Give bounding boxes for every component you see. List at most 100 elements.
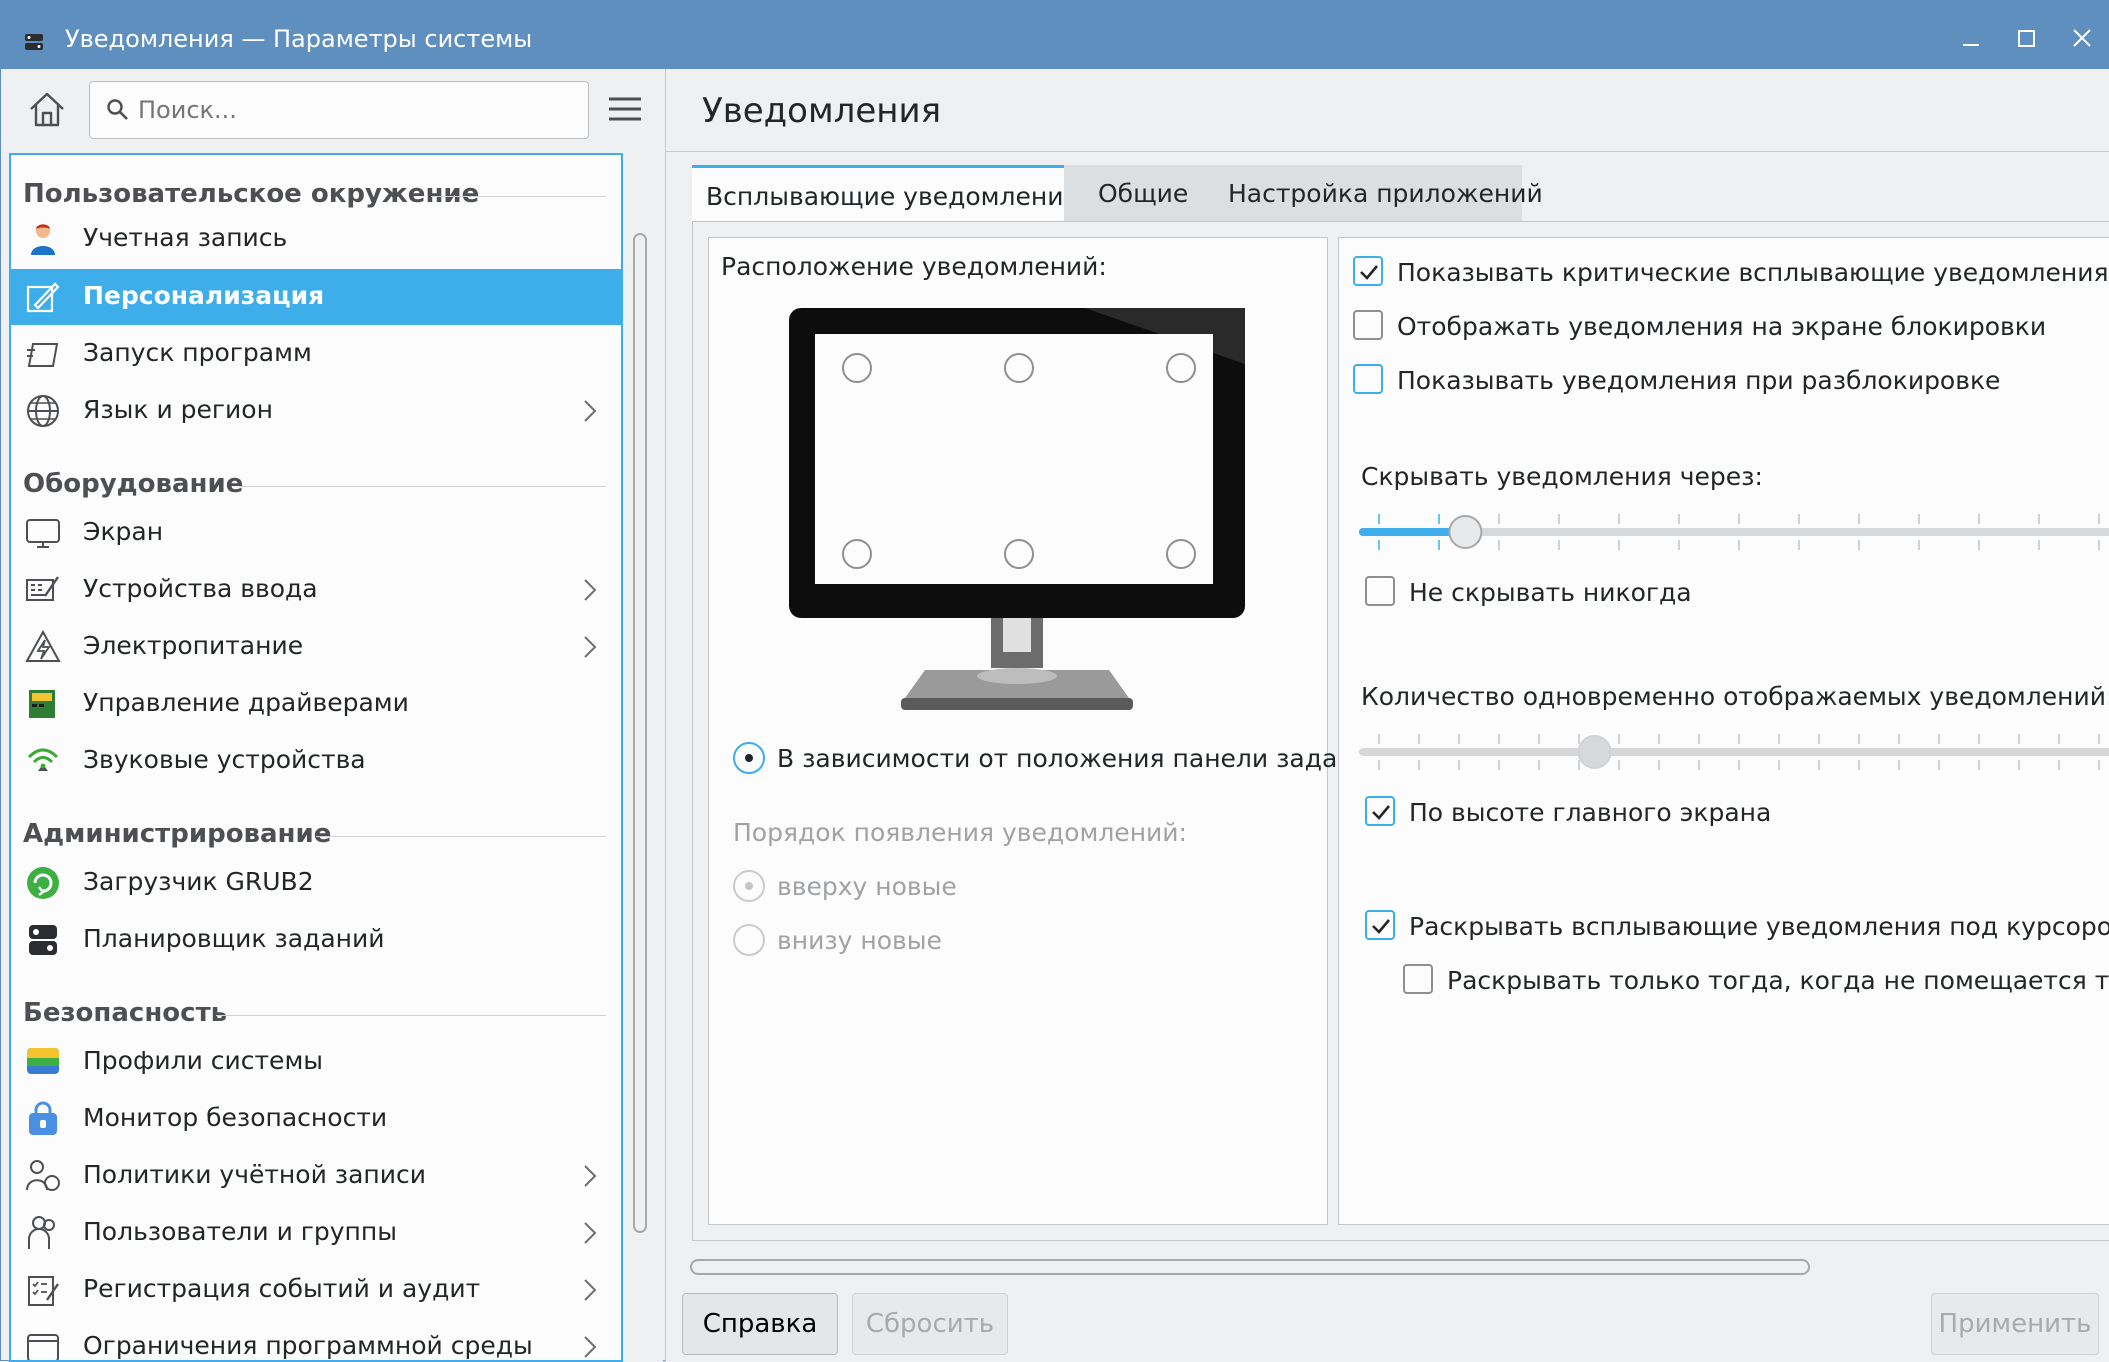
sidebar-item-label: Пользователи и группы [83, 1217, 397, 1246]
hide-after-slider[interactable] [1359, 502, 2109, 562]
sidebar: Пользовательское окружение Учетная запис… [9, 69, 663, 1362]
slider-groove [1359, 748, 2109, 756]
sidebar-item-account[interactable]: Учетная запись [11, 211, 621, 267]
position-group: Расположение уведомлений: В зависимости … [708, 237, 1352, 1225]
sidebar-item-drivers[interactable]: Управление драйверами [11, 676, 621, 732]
tab-app-settings[interactable]: Настройка приложений [1214, 165, 1543, 221]
order-label: Порядок появления уведомлений: [733, 818, 1187, 847]
never-hide-label: Не скрывать никогда [1409, 578, 1692, 607]
sidebar-item-grub[interactable]: Загрузчик GRUB2 [11, 855, 621, 911]
checkmark-icon [1372, 805, 1390, 820]
count-slider[interactable] [1359, 722, 2109, 782]
minimize-button[interactable] [1956, 23, 1986, 53]
sidebar-scrollbar[interactable] [633, 233, 647, 1233]
sidebar-item-audit[interactable]: Регистрация событий и аудит [11, 1262, 621, 1318]
by-height-checkbox[interactable] [1365, 796, 1395, 826]
search-input[interactable] [138, 90, 578, 130]
divider [316, 836, 606, 837]
options-group: Показывать критические всплывающие уведо… [1338, 237, 2109, 1225]
sidebar-item-users-groups[interactable]: Пользователи и группы [11, 1205, 621, 1261]
user-icon [31, 224, 55, 255]
home-icon[interactable] [25, 87, 69, 131]
group-label-hardware: Оборудование [23, 469, 244, 499]
restrict-icon [27, 1334, 59, 1360]
sidebar-item-security-monitor[interactable]: Монитор безопасности [11, 1091, 621, 1147]
sidebar-item-input-devices[interactable]: Устройства ввода [11, 562, 621, 618]
expand-only-label: Раскрывать только тогда, когда не помеща… [1447, 966, 2109, 995]
sidebar-item-profiles[interactable]: Профили системы [11, 1034, 621, 1090]
help-button[interactable]: Справка [682, 1293, 838, 1355]
critical-label: Показывать критические всплывающие уведо… [1397, 258, 2109, 287]
divider [216, 1015, 606, 1016]
group-label-security: Безопасность [23, 998, 228, 1028]
sound-icon [27, 748, 59, 771]
tab-general[interactable]: Общие [1064, 165, 1214, 221]
globe-icon [27, 395, 59, 427]
divider [431, 196, 606, 197]
brush-icon [26, 282, 60, 313]
chevron-right-icon [584, 579, 597, 601]
sidebar-item-account-policy[interactable]: Политики учётной записи [11, 1148, 621, 1204]
chevron-right-icon [584, 636, 597, 658]
lockscreen-label: Отображать уведомления на экране блокиро… [1397, 312, 2047, 341]
search-box[interactable] [89, 81, 589, 139]
divider [239, 486, 606, 487]
sidebar-item-label: Язык и регион [83, 395, 273, 424]
chevron-right-icon [584, 1222, 597, 1244]
driver-icon [29, 690, 55, 718]
count-label: Количество одновременно отображаемых уве… [1361, 682, 2109, 711]
apply-button[interactable]: Применить [1931, 1293, 2099, 1355]
tab-popup-notifications[interactable]: Всплывающие уведомления [692, 165, 1079, 221]
monitor-position-picker[interactable] [785, 304, 1249, 724]
close-button[interactable] [2067, 23, 2097, 53]
lock-icon [29, 1101, 57, 1135]
sidebar-item-scheduler[interactable]: Планировщик заданий [11, 912, 621, 968]
unlock-label: Показывать уведомления при разблокировке [1397, 366, 2001, 395]
reset-button[interactable]: Сбросить [852, 1293, 1008, 1355]
minimize-icon [1963, 44, 1979, 46]
sidebar-item-label: Запуск программ [83, 338, 312, 367]
sidebar-item-label: Звуковые устройства [83, 745, 366, 774]
search-icon [107, 99, 128, 120]
chevron-right-icon [584, 1336, 597, 1358]
sidebar-item-label: Профили системы [83, 1046, 324, 1075]
sidebar-item-display[interactable]: Экран [11, 505, 621, 561]
page-title: Уведомления [702, 91, 942, 131]
sidebar-item-label: Политики учётной записи [83, 1160, 426, 1189]
menu-icon[interactable] [605, 89, 645, 129]
category-list[interactable]: Пользовательское окружение Учетная запис… [9, 153, 623, 1362]
expand-only-checkbox[interactable] [1403, 964, 1433, 994]
sidebar-item-autostart[interactable]: Запуск программ [11, 326, 621, 382]
grub-icon [27, 867, 59, 899]
taskbar-position-label: В зависимости от положения панели задач [777, 744, 1353, 773]
sidebar-item-sound[interactable]: Звуковые устройства [11, 733, 621, 789]
divider [666, 151, 2109, 152]
taskbar-position-radio[interactable] [733, 742, 765, 774]
expand-label: Раскрывать всплывающие уведомления под к… [1409, 912, 2109, 941]
maximize-button[interactable] [2011, 23, 2041, 53]
sidebar-item-software-restrictions[interactable]: Ограничения программной среды [11, 1319, 621, 1360]
sidebar-item-personalization[interactable]: Персонализация [11, 269, 621, 325]
sidebar-header [9, 69, 663, 153]
order-newest-top-radio[interactable] [733, 870, 765, 902]
content-pane: Уведомления Всплывающие уведомления Общи… [665, 69, 2109, 1362]
sidebar-item-label: Электропитание [83, 631, 304, 660]
order-newest-bottom-label: внизу новые [777, 926, 942, 955]
slider-handle [1448, 515, 1483, 549]
unlock-checkbox[interactable] [1353, 364, 1383, 394]
position-label: Расположение уведомлений: [721, 252, 1107, 281]
order-newest-bottom-radio[interactable] [733, 924, 765, 956]
order-newest-top-label: вверху новые [777, 872, 957, 901]
critical-checkbox[interactable] [1353, 256, 1383, 286]
expand-checkbox[interactable] [1365, 910, 1395, 940]
close-icon [2073, 29, 2091, 47]
lockscreen-checkbox[interactable] [1353, 310, 1383, 340]
sidebar-item-locale[interactable]: Язык и регион [11, 383, 621, 439]
horizontal-scrollbar[interactable] [690, 1259, 1810, 1275]
never-hide-checkbox[interactable] [1365, 576, 1395, 606]
sidebar-item-label: Регистрация событий и аудит [83, 1274, 481, 1303]
title-bar[interactable]: Уведомления — Параметры системы [1, 1, 2109, 69]
maximize-icon [2018, 30, 2035, 47]
sidebar-item-power[interactable]: Электропитание [11, 619, 621, 675]
sidebar-item-label: Загрузчик GRUB2 [83, 867, 314, 896]
